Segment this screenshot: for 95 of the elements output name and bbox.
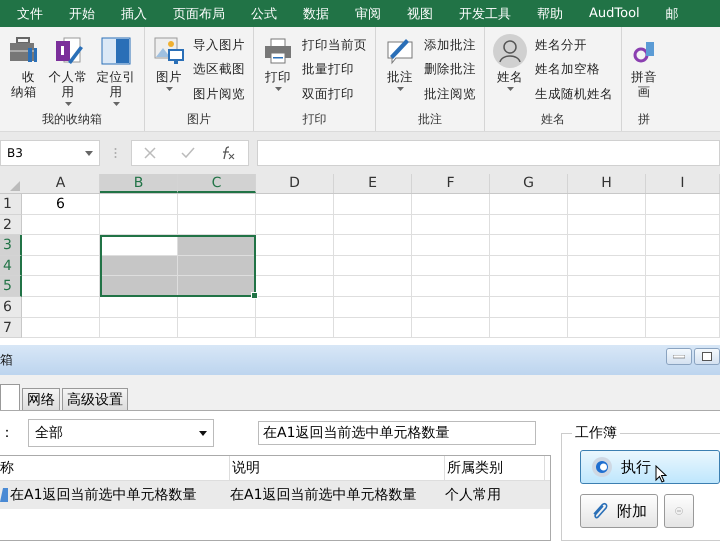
ribbon-button[interactable]: 个人常用 [46,31,90,109]
action-button[interactable]: 附加 [580,494,658,528]
printer-icon [262,36,294,66]
column-header[interactable]: G [490,174,568,193]
formula-input[interactable] [257,140,720,166]
caret-icon [199,430,207,436]
ribbon-button[interactable]: 图片 [151,31,187,109]
search-field[interactable]: 在A1返回当前选中单元格数量 [258,421,536,445]
group-label: 姓名 [541,111,565,128]
column-header[interactable]: 所属类别 [445,456,545,480]
person-icon [493,34,527,68]
menu-tab[interactable]: 开发工具 [446,4,524,22]
ribbon-button[interactable]: 添加批注 [422,36,478,55]
menu-tab[interactable]: AudTool [576,6,653,21]
group-label: 我的收纳箱 [42,111,102,128]
ribbon-button[interactable]: 导入图片 [191,36,247,55]
globe-icon [591,456,613,478]
tab[interactable] [0,384,20,410]
row-header[interactable]: 5 [0,276,22,297]
tab[interactable]: 网络 [22,388,60,410]
group-label: 工作簿 [572,424,620,442]
caret-icon [166,87,172,91]
picture-monitor-icon [153,36,185,66]
table-cell-text: 在A1返回当前选中单元格数量 [9,486,198,504]
row-header[interactable]: 4 [0,256,22,276]
minimize-icon [673,354,685,358]
maximize-icon [702,352,712,361]
menu-tab[interactable]: 审阅 [342,4,394,22]
ribbon-button[interactable]: 删除批注 [422,60,478,80]
column-header[interactable]: H [568,174,646,193]
group-label: 批注 [418,111,442,128]
row-header[interactable]: 6 [0,296,22,318]
menu-tab[interactable]: 文件 [4,4,56,22]
grip-icon [114,147,117,159]
table-cell-text: 在A1返回当前选中单元格数量 [229,486,418,504]
row-header[interactable]: 1 [0,194,22,215]
window-title: 箱 [0,352,13,369]
row-header[interactable]: 2 [0,214,22,236]
ribbon-button[interactable]: 批量打印 [300,60,369,80]
menu-tab[interactable]: 公式 [238,4,290,22]
run-button[interactable]: 执行 [580,450,720,484]
column-header[interactable]: D [256,174,334,193]
menu-tab[interactable]: 帮助 [524,4,576,22]
cancel-icon[interactable] [144,147,156,159]
column-header[interactable]: 称 [0,456,230,480]
caret-icon [64,102,72,106]
column-header[interactable]: I [646,174,720,193]
ribbon-button[interactable]: 定位引用 [94,31,138,109]
menu-tab[interactable]: 邮 [652,4,692,22]
ribbon-button[interactable]: 拼音画 [628,31,660,109]
group-label: 图片 [187,111,211,128]
ribbon-button[interactable]: 姓名加空格 [533,60,615,80]
caret-icon [112,102,120,106]
name-box[interactable]: B3 [0,140,100,166]
select-all-icon[interactable] [10,181,20,191]
cursor-icon [655,465,667,483]
caret-icon [85,150,93,156]
ribbon-button[interactable]: 选区截图 [191,60,247,80]
table-cell: 6 [22,194,100,215]
caret-icon [396,87,404,91]
column-header[interactable]: B [100,174,178,193]
caret-icon [274,87,282,91]
menu-tab[interactable]: 视图 [394,4,446,22]
ribbon-button[interactable]: 姓名分开 [533,36,615,55]
menu-tab[interactable]: 数据 [290,4,342,22]
ribbon-button[interactable]: 打印当前页 [300,36,369,55]
ribbon-button[interactable]: 批注阅览 [422,85,478,104]
maximize-button[interactable] [694,348,720,365]
row-header[interactable]: 3 [0,235,22,256]
menu-tab[interactable]: 插入 [108,4,160,22]
menu-tab[interactable]: 页面布局 [160,4,238,22]
category-label: ： [0,424,15,442]
category-dropdown[interactable]: 全部 [28,419,214,447]
ribbon-button[interactable]: 收纳箱 [6,31,42,109]
group-label: 打印 [302,111,326,128]
row-header[interactable]: 7 [0,318,22,338]
ribbon-button[interactable]: 生成随机姓名 [533,85,615,104]
ribbon-button[interactable]: 姓名 [491,31,529,109]
list-row[interactable]: 在A1返回当前选中单元格数量 在A1返回当前选中单元格数量 个人常用 [0,481,550,509]
menu-tab[interactable]: 开始 [56,4,108,22]
column-header[interactable]: 说明 [230,456,445,480]
caret-icon [506,87,514,91]
tab[interactable]: 高级设置 [62,388,128,410]
ribbon-button[interactable]: 打印 [260,31,296,109]
table-cell-text: 个人常用 [444,486,502,504]
action-button[interactable] [664,494,694,528]
panel-icon [100,36,132,66]
group-label: 拼 [638,111,650,128]
ribbon-button[interactable]: 双面打印 [300,85,369,104]
ribbon-button[interactable]: 批注 [382,31,418,109]
ribbon-button[interactable]: 图片阅览 [191,85,247,104]
check-icon[interactable] [180,147,195,159]
column-header[interactable]: C [178,174,256,193]
column-header[interactable]: F [412,174,490,193]
column-header[interactable]: E [334,174,412,193]
